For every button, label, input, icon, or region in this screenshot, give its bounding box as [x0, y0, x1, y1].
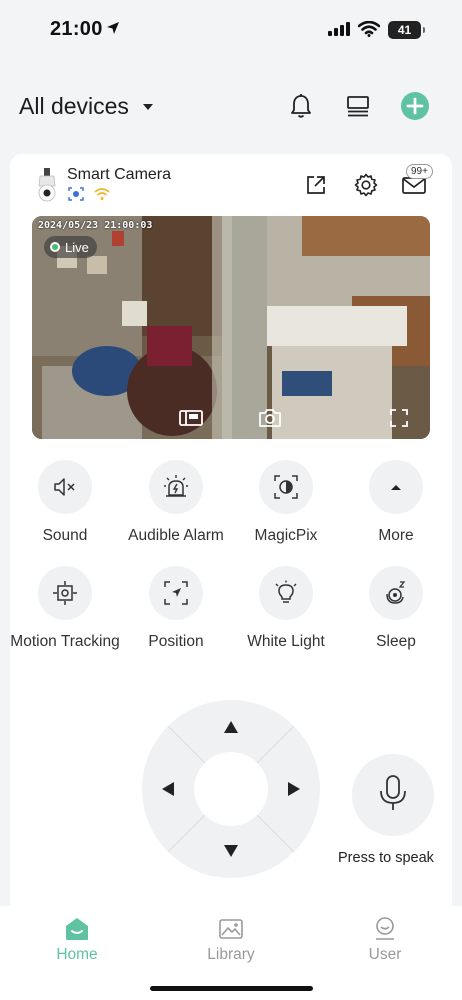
microphone-icon — [377, 774, 409, 817]
live-video-feed[interactable]: 2024/05/23 21:00:03 Live — [32, 216, 430, 439]
press-to-speak-button[interactable] — [352, 754, 434, 836]
cellular-signal-icon — [328, 22, 350, 41]
user-icon — [335, 914, 435, 944]
page-title[interactable]: All devices — [19, 93, 129, 120]
add-device-button[interactable] — [401, 92, 429, 120]
home-icon — [27, 914, 127, 944]
feature-label: Position — [148, 633, 204, 650]
status-bar: 21:00 41 — [0, 0, 462, 62]
feature-more[interactable]: More — [341, 460, 451, 545]
location-arrow-icon — [106, 21, 120, 40]
position-icon[interactable] — [149, 566, 203, 620]
status-time: 21:00 — [50, 18, 103, 40]
magicpix-icon[interactable] — [259, 460, 313, 514]
ptz-direction-pad[interactable] — [142, 700, 320, 878]
feature-white-light[interactable]: White Light — [231, 566, 341, 651]
ai-detection-icon — [68, 187, 84, 206]
light-bulb-icon[interactable] — [259, 566, 313, 620]
wifi-icon — [357, 20, 381, 42]
snapshot-camera-icon[interactable] — [257, 407, 283, 429]
feature-motion-tracking[interactable]: Motion Tracking — [10, 566, 120, 651]
feature-magicpix[interactable]: MagicPix — [231, 460, 341, 545]
gear-icon[interactable] — [351, 170, 381, 200]
feature-audible-alarm[interactable]: Audible Alarm — [121, 460, 231, 545]
feature-sleep[interactable]: Sleep — [341, 566, 451, 651]
share-icon[interactable] — [301, 170, 331, 200]
live-indicator-icon — [50, 242, 60, 252]
feature-label: Motion Tracking — [10, 633, 120, 650]
pan-down-button[interactable] — [216, 836, 246, 866]
nav-label: Library — [207, 946, 255, 963]
device-name[interactable]: Smart Camera — [67, 166, 171, 184]
wifi-strength-icon — [94, 187, 110, 206]
feature-label: MagicPix — [254, 527, 318, 544]
nav-label: Home — [56, 946, 98, 963]
video-timestamp: 2024/05/23 21:00:03 — [38, 220, 153, 231]
nav-library[interactable]: Library — [181, 914, 281, 964]
feature-label: Audible Alarm — [128, 527, 224, 544]
bell-icon[interactable] — [287, 92, 315, 120]
feature-label: Sleep — [376, 633, 416, 650]
home-indicator — [150, 986, 313, 991]
feature-sound[interactable]: Sound — [10, 460, 120, 545]
message-count-badge: 99+ — [406, 164, 433, 179]
alarm-siren-icon[interactable] — [149, 460, 203, 514]
live-label: Live — [65, 239, 89, 255]
feature-label: More — [378, 527, 414, 544]
speaker-mute-icon[interactable] — [38, 460, 92, 514]
pan-left-button[interactable] — [153, 774, 183, 804]
fullscreen-icon[interactable] — [386, 407, 412, 429]
pan-up-button[interactable] — [216, 712, 246, 742]
nav-label: User — [368, 946, 402, 963]
header: All devices — [0, 80, 462, 132]
live-badge: Live — [44, 236, 97, 258]
record-clip-icon[interactable] — [178, 407, 204, 429]
sleep-icon[interactable] — [369, 566, 423, 620]
caret-down-icon[interactable] — [143, 104, 153, 110]
feature-label: Sound — [42, 527, 88, 544]
caret-up-icon[interactable] — [369, 460, 423, 514]
battery-indicator: 41 — [388, 21, 425, 39]
nav-user[interactable]: User — [335, 914, 435, 964]
feature-position[interactable]: Position — [121, 566, 231, 651]
library-image-icon — [181, 914, 281, 944]
dpad-center — [194, 752, 268, 826]
nav-home[interactable]: Home — [27, 914, 127, 964]
press-to-speak-label: Press to speak — [338, 850, 434, 866]
device-status-badges — [68, 187, 110, 206]
layout-list-icon[interactable] — [344, 92, 372, 120]
feature-label: White Light — [247, 633, 325, 650]
camera-thumbnail-icon — [34, 168, 60, 202]
pan-right-button[interactable] — [279, 774, 309, 804]
motion-tracking-icon[interactable] — [38, 566, 92, 620]
